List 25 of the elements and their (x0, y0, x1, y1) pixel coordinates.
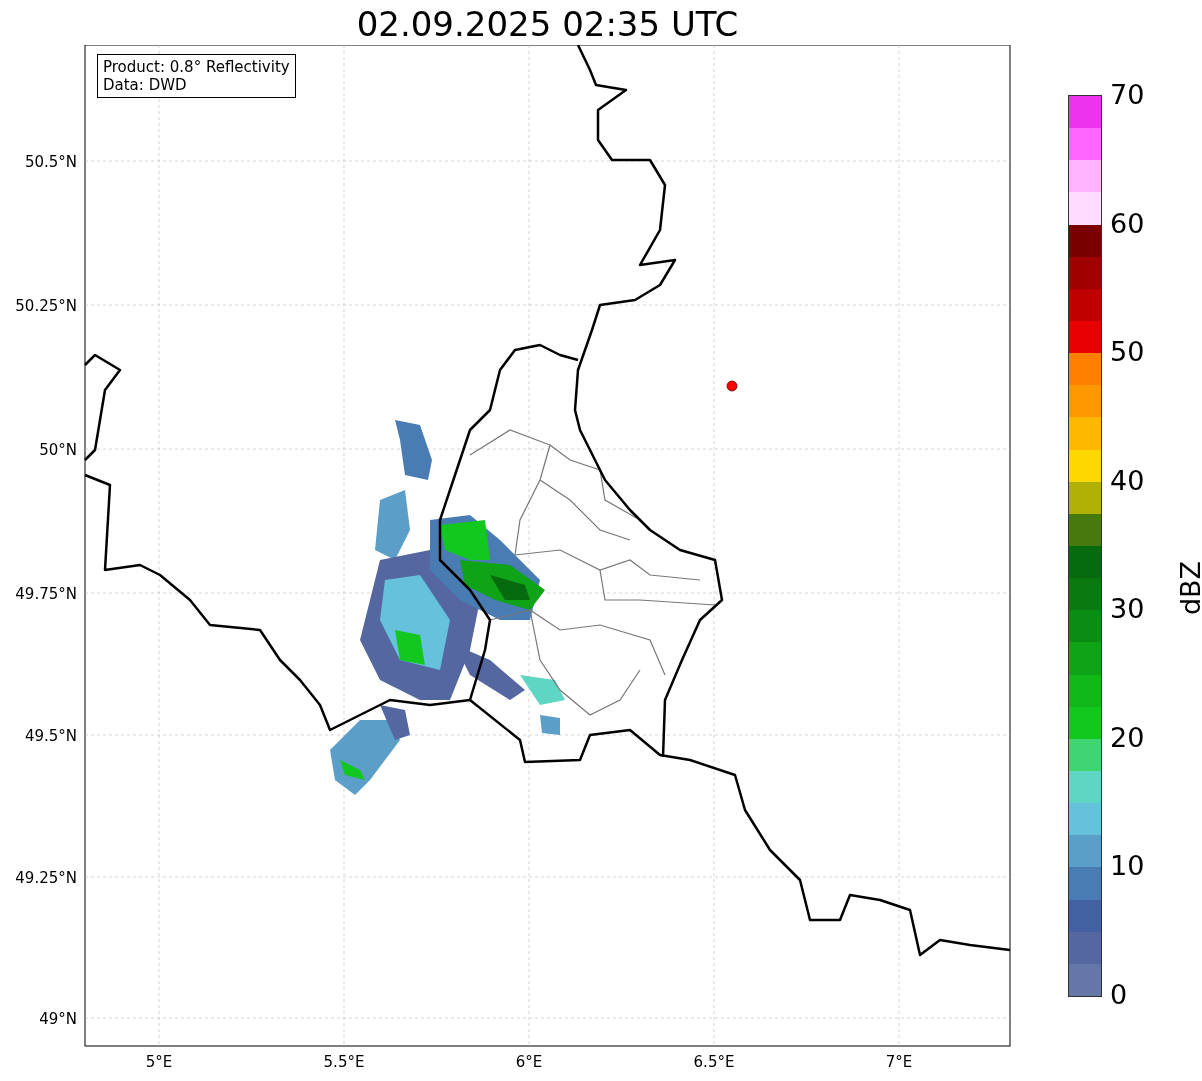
latitude-label: 50°N (39, 441, 77, 459)
longitude-label: 7°E (885, 1053, 913, 1071)
latitude-label: 49.25°N (15, 869, 77, 887)
colorbar-tick-label: 70 (1110, 80, 1145, 110)
latitude-label: 50.25°N (15, 297, 77, 315)
latitude-label: 49°N (39, 1010, 77, 1028)
colorbar-tick-label: 20 (1110, 722, 1145, 753)
colorbar-tick-label: 10 (1110, 851, 1145, 882)
colorbar-tick-label: 0 (1110, 980, 1128, 1010)
colorbar-tick-label: 50 (1110, 337, 1145, 368)
station-marker-icon (726, 380, 738, 392)
latitude-label: 49.5°N (24, 727, 77, 745)
legend-text: Product: 0.8° Reflectivity (103, 58, 290, 76)
longitude-label: 6.5°E (693, 1053, 735, 1071)
chart-title: 02.09.2025 02:35 UTC (355, 3, 740, 45)
longitude-label: 6°E (515, 1053, 543, 1071)
legend-text: Data: DWD (103, 76, 188, 94)
colorbar-tick-label: 60 (1110, 208, 1145, 239)
longitude-label: 5.5°E (323, 1053, 365, 1071)
latitude-label: 49.75°N (15, 585, 77, 603)
colorbar-tick-label: 30 (1110, 594, 1145, 625)
colorbar-tick-label: 40 (1110, 465, 1145, 496)
longitude-label: 5°E (145, 1053, 173, 1071)
colorbar-label: dBZ (1176, 560, 1202, 616)
latitude-label: 50.5°N (24, 153, 77, 171)
